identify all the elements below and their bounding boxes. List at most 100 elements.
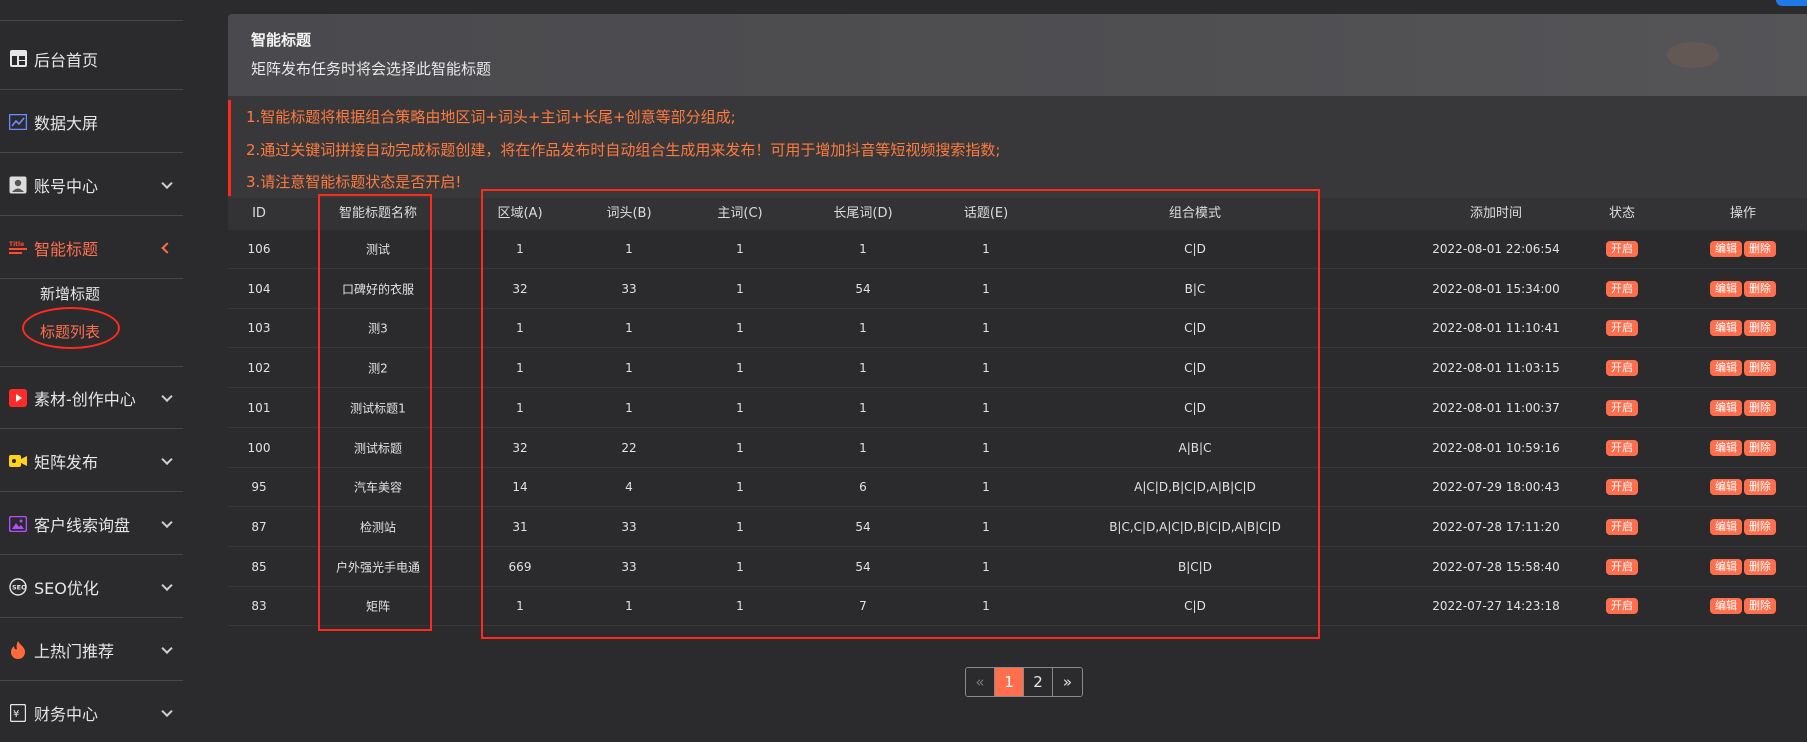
sidebar-item-label: 数据大屏 xyxy=(34,113,99,133)
annotation-box-word-columns xyxy=(481,189,1320,639)
header-decoration xyxy=(1667,42,1719,68)
pagination: « 1 2 » xyxy=(965,667,1083,697)
cell-id: 100 xyxy=(247,440,271,455)
status-badge[interactable]: 开启 xyxy=(1606,558,1638,575)
sidebar-item-seo[interactable]: SEO SEO优化 xyxy=(0,556,183,618)
svg-text:Title: Title xyxy=(9,241,24,248)
svg-text:¥: ¥ xyxy=(13,709,19,720)
sidebar-item-matrix-publish[interactable]: 矩阵发布 xyxy=(0,430,183,492)
video-camera-icon xyxy=(9,452,27,470)
edit-button[interactable]: 编辑 xyxy=(1710,399,1742,416)
status-badge[interactable]: 开启 xyxy=(1606,241,1638,257)
video-play-icon xyxy=(9,388,27,407)
page-subtitle: 矩阵发布任务时将会选择此智能标题 xyxy=(251,60,492,78)
edit-button[interactable]: 编辑 xyxy=(1710,439,1742,456)
edit-button[interactable]: 编辑 xyxy=(1710,518,1742,535)
chevron-down-icon xyxy=(161,177,173,189)
cell-id: 102 xyxy=(247,361,271,376)
column-header-added-time: 添加时间 xyxy=(1469,206,1523,221)
svg-text:SEO: SEO xyxy=(12,583,27,591)
edit-button[interactable]: 编辑 xyxy=(1710,320,1742,337)
status-badge[interactable]: 开启 xyxy=(1606,360,1638,377)
sidebar-item-customer-leads[interactable]: 客户线索询盘 xyxy=(0,493,183,555)
notice-accent-bar xyxy=(228,100,231,196)
annotation-circle xyxy=(22,307,120,349)
delete-button[interactable]: 删除 xyxy=(1744,558,1776,575)
sidebar-item-label: 后台首页 xyxy=(34,50,99,70)
sidebar-item-label: 素材-创作中心 xyxy=(34,389,136,409)
pagination-page-2[interactable]: 2 xyxy=(1024,668,1053,696)
sidebar-item-label: SEO优化 xyxy=(34,578,99,598)
status-badge[interactable]: 开启 xyxy=(1606,439,1638,456)
status-badge[interactable]: 开启 xyxy=(1606,479,1638,496)
chevron-down-icon xyxy=(161,516,173,528)
chevron-down-icon xyxy=(161,453,173,465)
edit-button[interactable]: 编辑 xyxy=(1710,598,1742,615)
chevron-down-icon xyxy=(161,705,173,717)
edit-button[interactable]: 编辑 xyxy=(1710,479,1742,496)
status-badge[interactable]: 开启 xyxy=(1606,320,1638,337)
cell-added-time: 2022-08-01 11:03:15 xyxy=(1432,361,1560,376)
notice-line: 3.请注意智能标题状态是否开启! xyxy=(246,173,462,191)
dashboard-icon xyxy=(9,50,27,68)
delete-button[interactable]: 删除 xyxy=(1744,241,1776,257)
sidebar: 后台首页 数据大屏 账号中心 Title 智能标题 新增标题 标题列表 素材-创… xyxy=(0,0,183,742)
cell-added-time: 2022-07-28 15:58:40 xyxy=(1432,559,1560,574)
cell-id: 87 xyxy=(251,519,267,534)
delete-button[interactable]: 删除 xyxy=(1744,479,1776,496)
delete-button[interactable]: 删除 xyxy=(1744,360,1776,377)
cell-id: 83 xyxy=(251,599,267,614)
edit-button[interactable]: 编辑 xyxy=(1710,280,1742,297)
cell-id: 106 xyxy=(247,242,271,256)
status-badge[interactable]: 开启 xyxy=(1606,280,1638,297)
cell-id: 101 xyxy=(247,400,271,415)
sidebar-divider xyxy=(0,20,183,21)
sidebar-item-label: 账号中心 xyxy=(34,176,99,196)
sidebar-item-data-screen[interactable]: 数据大屏 xyxy=(0,91,183,153)
notice-line: 2.通过关键词拼接自动完成标题创建，将在作品发布时自动组合生成用来发布！可用于增… xyxy=(246,141,1001,159)
cell-id: 104 xyxy=(247,281,271,296)
cell-added-time: 2022-08-01 10:59:16 xyxy=(1432,440,1560,455)
page-header: 智能标题 矩阵发布任务时将会选择此智能标题 xyxy=(228,14,1807,96)
delete-button[interactable]: 删除 xyxy=(1744,399,1776,416)
delete-button[interactable]: 删除 xyxy=(1744,320,1776,337)
delete-button[interactable]: 删除 xyxy=(1744,518,1776,535)
sidebar-subitem-new-title[interactable]: 新增标题 xyxy=(40,283,100,304)
status-badge[interactable]: 开启 xyxy=(1606,598,1638,615)
chevron-down-icon xyxy=(161,642,173,654)
pagination-next-button[interactable]: » xyxy=(1053,668,1082,696)
cell-added-time: 2022-07-29 18:00:43 xyxy=(1432,480,1560,495)
status-badge[interactable]: 开启 xyxy=(1606,399,1638,416)
pagination-prev-button[interactable]: « xyxy=(966,668,995,696)
sidebar-item-label: 上热门推荐 xyxy=(34,641,115,661)
cell-added-time: 2022-08-01 22:06:54 xyxy=(1432,242,1560,256)
delete-button[interactable]: 删除 xyxy=(1744,439,1776,456)
sidebar-item-account[interactable]: 账号中心 xyxy=(0,154,183,216)
column-header-id: ID xyxy=(252,206,266,221)
image-gallery-icon xyxy=(9,515,27,533)
sidebar-item-finance[interactable]: ¥ 财务中心 xyxy=(0,682,183,742)
cell-added-time: 2022-07-28 17:11:20 xyxy=(1432,519,1560,534)
sidebar-item-label: 财务中心 xyxy=(34,704,99,724)
fire-icon xyxy=(9,640,27,659)
notice-line: 1.智能标题将根据组合策略由地区词+词头+主词+长尾+创意等部分组成; xyxy=(246,108,736,126)
sidebar-item-hot-recommend[interactable]: 上热门推荐 xyxy=(0,619,183,681)
sidebar-item-smart-title[interactable]: Title 智能标题 xyxy=(0,217,183,279)
sidebar-item-material[interactable]: 素材-创作中心 xyxy=(0,367,183,429)
notice-panel: 1.智能标题将根据组合策略由地区词+词头+主词+长尾+创意等部分组成; 2.通过… xyxy=(228,96,1807,198)
edit-button[interactable]: 编辑 xyxy=(1710,558,1742,575)
edit-button[interactable]: 编辑 xyxy=(1710,360,1742,377)
cell-id: 103 xyxy=(247,321,271,336)
chart-line-icon xyxy=(9,113,27,131)
pagination-page-1[interactable]: 1 xyxy=(995,668,1024,696)
chevron-down-icon xyxy=(161,390,173,402)
edit-button[interactable]: 编辑 xyxy=(1710,241,1742,257)
delete-button[interactable]: 删除 xyxy=(1744,280,1776,297)
chevron-down-icon xyxy=(161,579,173,591)
chevron-left-icon xyxy=(161,241,173,254)
page-title: 智能标题 xyxy=(251,31,312,49)
sidebar-item-home[interactable]: 后台首页 xyxy=(0,28,183,90)
column-header-status: 状态 xyxy=(1608,206,1636,221)
delete-button[interactable]: 删除 xyxy=(1744,598,1776,615)
status-badge[interactable]: 开启 xyxy=(1606,518,1638,535)
